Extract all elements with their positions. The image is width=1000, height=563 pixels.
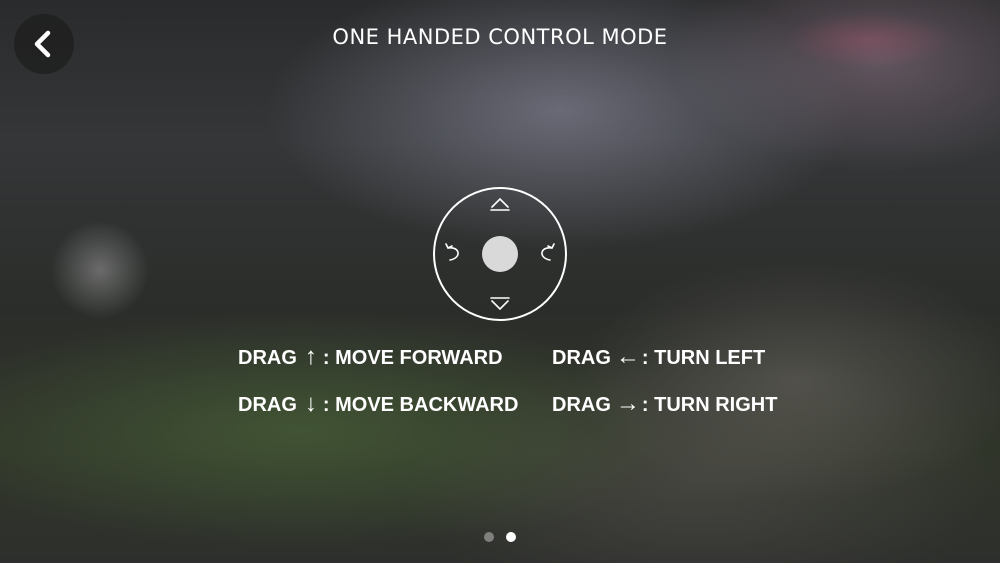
- rotate-right-icon: [541, 243, 555, 261]
- page-indicator: [0, 532, 1000, 542]
- arrow-right-icon: →: [615, 390, 640, 417]
- instruction-verb: DRAG: [552, 346, 611, 369]
- instruction-turn-right: DRAG → : TURN RIGHT: [552, 390, 778, 419]
- instruction-action: : MOVE FORWARD: [322, 346, 503, 369]
- instruction-action: : TURN LEFT: [641, 346, 766, 369]
- arrow-left-icon: ←: [615, 343, 640, 370]
- instruction-action: : MOVE BACKWARD: [322, 393, 519, 416]
- page-dot[interactable]: [506, 532, 516, 542]
- arrow-down-icon: ↓: [304, 390, 317, 417]
- instruction-verb: DRAG: [552, 393, 611, 416]
- down-icon: [490, 297, 510, 311]
- instruction-verb: DRAG: [238, 346, 297, 369]
- instruction-turn-left: DRAG ← : TURN LEFT: [552, 343, 766, 372]
- up-icon: [490, 197, 510, 211]
- page-dot[interactable]: [484, 532, 494, 542]
- joystick-knob[interactable]: [482, 236, 518, 272]
- instruction-backward: DRAG ↓ : MOVE BACKWARD: [238, 390, 519, 419]
- page-title: ONE HANDED CONTROL MODE: [332, 25, 668, 49]
- arrow-up-icon: ↑: [304, 343, 317, 370]
- rotate-left-icon: [445, 243, 459, 261]
- instruction-verb: DRAG: [238, 393, 297, 416]
- joystick[interactable]: [432, 186, 568, 322]
- instruction-forward: DRAG ↑ : MOVE FORWARD: [238, 343, 503, 372]
- instruction-action: : TURN RIGHT: [641, 393, 778, 416]
